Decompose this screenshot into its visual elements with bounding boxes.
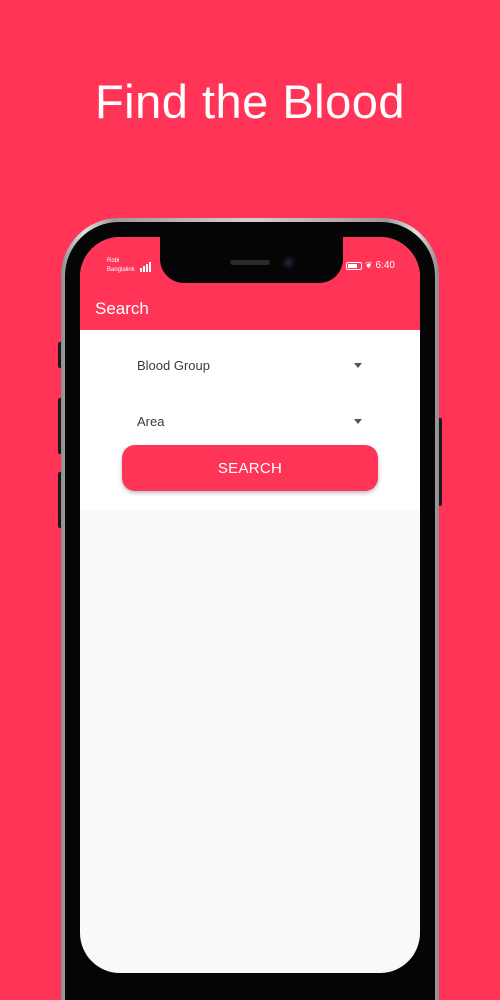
phone-screen: Robi Banglalink ❦ 6:40 Search Blood Grou…	[80, 237, 420, 973]
headline: Find the Blood	[94, 75, 406, 128]
signal-icon	[140, 262, 151, 272]
caret-down-icon	[354, 362, 362, 368]
carrier-name-1: Robi	[107, 258, 120, 264]
status-right: ❦ 6:40	[345, 260, 395, 271]
phone-frame: Robi Banglalink ❦ 6:40 Search Blood Grou…	[61, 218, 439, 1000]
search-button[interactable]: SEARCH	[122, 445, 378, 491]
app-bar: Robi Banglalink ❦ 6:40 Search	[80, 237, 420, 330]
area-dropdown[interactable]: Area	[137, 408, 362, 434]
front-camera	[282, 256, 295, 269]
caret-down-icon	[354, 418, 362, 424]
search-form: Blood Group Area SEARCH	[80, 330, 420, 510]
blood-group-dropdown[interactable]: Blood Group	[137, 352, 362, 378]
status-time: 6:40	[375, 260, 395, 271]
leaf-icon: ❦	[364, 260, 373, 270]
page-title: Search	[95, 299, 149, 318]
phone-bezel: Robi Banglalink ❦ 6:40 Search Blood Grou…	[65, 222, 435, 1000]
phone-notch	[160, 237, 343, 283]
area-label: Area	[137, 413, 165, 429]
blood-group-label: Blood Group	[137, 357, 210, 373]
carrier-name-2: Banglalink	[107, 267, 135, 273]
battery-icon	[345, 261, 362, 270]
carrier-info: Robi Banglalink	[107, 257, 135, 275]
speaker-grille	[230, 260, 270, 265]
